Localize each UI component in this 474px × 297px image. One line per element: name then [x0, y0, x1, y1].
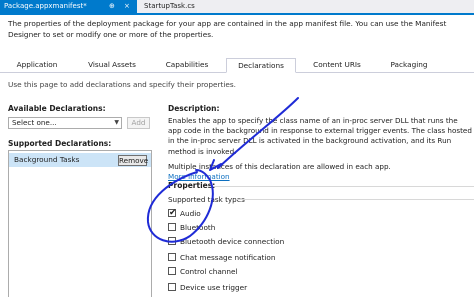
properties-divider: [209, 186, 474, 187]
tab-package-appxmanifest[interactable]: Package.appxmanifest* ⊕ ×: [0, 0, 137, 13]
add-button[interactable]: Add: [127, 117, 150, 129]
description-text: Enables the app to specify the class nam…: [168, 116, 472, 156]
multiple-instances-note: Multiple instances of this declaration a…: [168, 161, 391, 171]
manifest-info-text: The properties of the deployment package…: [8, 19, 447, 39]
tab-visual-assets[interactable]: Visual Assets: [80, 58, 144, 72]
designer-tabs: Application Visual Assets Capabilities D…: [0, 58, 474, 73]
select-value: Select one...: [12, 118, 57, 127]
supported-task-types-label: Supported task types: [168, 195, 245, 204]
tab-declarations[interactable]: Declarations: [226, 58, 296, 73]
tab-capabilities[interactable]: Capabilities: [158, 58, 216, 72]
supported-declarations-list: Background Tasks Remove: [8, 150, 152, 297]
checkbox-label: Audio: [180, 209, 201, 218]
checkbox-label: Bluetooth: [180, 223, 216, 232]
tab-application[interactable]: Application: [8, 58, 66, 72]
checkbox-box[interactable]: [168, 267, 176, 275]
available-declarations-title: Available Declarations:: [8, 104, 106, 113]
declaration-select[interactable]: Select one... ▼: [8, 117, 122, 129]
checkbox-label: Chat message notification: [180, 253, 276, 262]
document-tab-strip: Package.appxmanifest* ⊕ × StartupTask.cs: [0, 0, 474, 15]
checkbox-label: Control channel: [180, 267, 238, 276]
check-icon: ✔: [169, 208, 177, 218]
checkbox-box[interactable]: ✔: [168, 208, 177, 218]
tab-content-uris[interactable]: Content URIs: [306, 58, 368, 72]
checkbox-box[interactable]: [168, 253, 176, 261]
list-item[interactable]: Background Tasks Remove: [9, 153, 151, 167]
page-hint: Use this page to add declarations and sp…: [8, 80, 236, 89]
checkbox-label: Bluetooth device connection: [180, 237, 285, 246]
close-icon[interactable]: ×: [124, 0, 130, 13]
description-block: Enables the app to specify the class nam…: [168, 116, 472, 182]
remove-button[interactable]: Remove: [118, 155, 148, 166]
checkbox-label: Device use trigger: [180, 283, 248, 292]
pin-icon[interactable]: ⊕: [109, 0, 115, 13]
chevron-down-icon: ▼: [114, 119, 119, 126]
tab-startuptask[interactable]: StartupTask.cs: [140, 0, 199, 13]
tab-label: Package.appxmanifest*: [4, 2, 87, 10]
checkbox-box[interactable]: [168, 223, 176, 231]
description-title: Description:: [168, 104, 220, 113]
list-item-label: Background Tasks: [14, 155, 80, 164]
supported-declarations-title: Supported Declarations:: [8, 139, 112, 148]
tab-packaging[interactable]: Packaging: [380, 58, 438, 72]
checkbox-box[interactable]: [168, 237, 176, 245]
checkbox-box[interactable]: [168, 283, 176, 291]
task-types-divider: [236, 199, 474, 200]
